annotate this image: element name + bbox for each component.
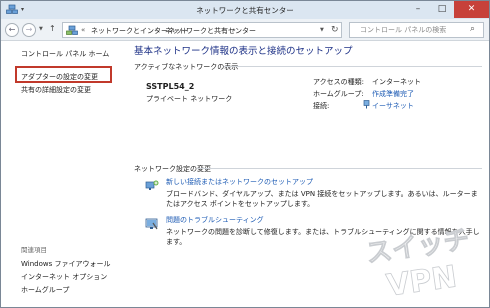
- close-button[interactable]: ✕: [454, 1, 489, 18]
- homegroup-status-link[interactable]: 作成準備完了: [372, 89, 414, 99]
- setup-new-connection-link[interactable]: 新しい接続またはネットワークのセットアップ: [166, 177, 313, 187]
- access-type-label: アクセスの種類:: [313, 78, 365, 86]
- change-advanced-sharing-link[interactable]: 共有の詳細設定の変更: [21, 85, 91, 95]
- up-arrow-icon[interactable]: ↑: [49, 24, 56, 33]
- ethernet-connection-link[interactable]: イーサネット: [372, 101, 414, 111]
- recent-locations-chevron-icon[interactable]: ▼: [39, 26, 43, 32]
- search-box[interactable]: ⌕: [349, 22, 484, 38]
- page-title: 基本ネットワーク情報の表示と接続のセットアップ: [134, 46, 353, 57]
- control-panel-home-link[interactable]: コントロール パネル ホーム: [21, 49, 109, 59]
- address-bar[interactable]: « ネットワークとインターネット › ネットワークと共有センター › ▼ ↻: [62, 22, 342, 38]
- connection-label: 接続:: [313, 102, 330, 110]
- section-divider: [224, 66, 482, 67]
- change-adapter-settings-link[interactable]: アダプターの設定の変更: [21, 72, 98, 82]
- minimize-button[interactable]: –: [406, 1, 430, 18]
- ethernet-icon: [363, 100, 370, 109]
- active-networks-heading: アクティブなネットワークの表示: [134, 63, 239, 71]
- network-type: プライベート ネットワーク: [146, 95, 233, 103]
- left-pane: コントロール パネル ホーム アダプターの設定の変更 共有の詳細設定の変更 関連…: [1, 41, 127, 307]
- breadcrumb-overflow-icon[interactable]: «: [81, 26, 85, 34]
- access-type-value: インターネット: [372, 78, 421, 86]
- watermark-line-1: スイッチ: [364, 225, 471, 269]
- change-settings-heading: ネットワーク設定の変更: [134, 165, 211, 173]
- back-button[interactable]: ←: [5, 23, 19, 37]
- network-name: SSTPL54_2: [146, 82, 195, 91]
- search-icon[interactable]: ⌕: [470, 24, 475, 34]
- homegroup-label: ホームグループ:: [313, 90, 364, 98]
- breadcrumb-network-sharing-center[interactable]: ネットワークと共有センター: [165, 26, 256, 36]
- troubleshoot-problems-link[interactable]: 問題のトラブルシューティング: [166, 215, 264, 225]
- address-dropdown-icon[interactable]: ▼: [320, 27, 324, 33]
- setup-new-connection-description: ブロードバンド、ダイヤルアップ、または VPN 接続をセットアップします。あるい…: [166, 190, 478, 208]
- new-connection-icon: [145, 180, 159, 190]
- windows-firewall-link[interactable]: Windows ファイアウォール: [21, 259, 110, 269]
- section-divider: [197, 168, 482, 169]
- refresh-icon[interactable]: ↻: [331, 25, 339, 35]
- vpn-logo-watermark: スイッチ VPN: [364, 225, 472, 301]
- forward-button[interactable]: →: [22, 23, 36, 37]
- watermark-line-2: VPN: [384, 259, 458, 301]
- internet-options-link[interactable]: インターネット オプション: [21, 272, 107, 282]
- related-heading: 関連項目: [21, 246, 47, 254]
- troubleshoot-icon: [145, 218, 158, 230]
- control-panel-icon: [66, 25, 78, 35]
- breadcrumb-separator-icon[interactable]: ›: [233, 26, 236, 34]
- network-sharing-window: ▾ ネットワークと共有センター – □ ✕ ← → ▼ ↑ « ネットワークとイ…: [0, 0, 490, 308]
- navigation-bar: ← → ▼ ↑ « ネットワークとインターネット › ネットワークと共有センター…: [1, 19, 489, 41]
- title-bar: ▾ ネットワークと共有センター – □ ✕: [1, 1, 489, 19]
- breadcrumb-separator-icon[interactable]: ›: [155, 26, 158, 34]
- search-input[interactable]: [350, 23, 468, 37]
- homegroup-link[interactable]: ホームグループ: [21, 285, 69, 295]
- maximize-button[interactable]: □: [430, 1, 454, 18]
